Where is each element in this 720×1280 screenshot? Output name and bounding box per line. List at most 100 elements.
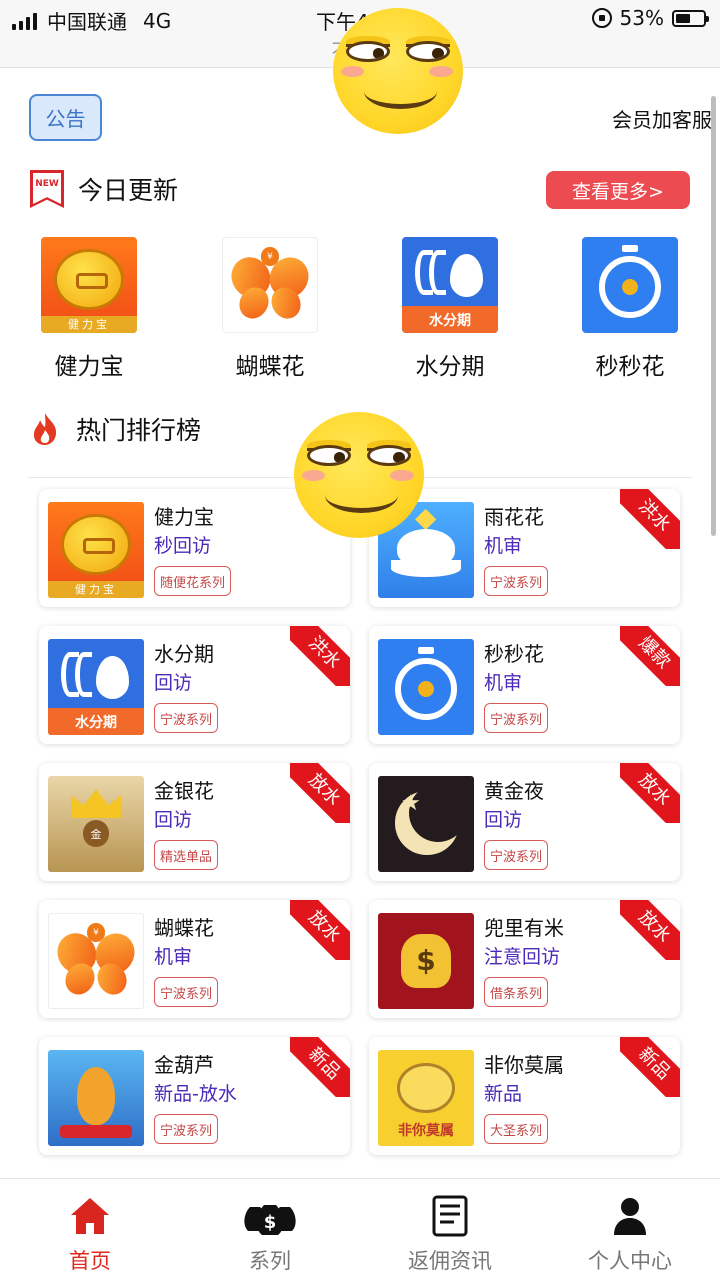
member-service-link[interactable]: 会员加客服 bbox=[612, 104, 712, 133]
smirk-emoji-sticker bbox=[333, 8, 463, 134]
card-name: 非你莫属 bbox=[484, 1053, 564, 1077]
rank-card-feinimoshu[interactable]: 非你莫属 非你莫属 新品 大圣系列 新品 bbox=[369, 1037, 680, 1155]
corner-ribbon: 新品 bbox=[620, 1037, 680, 1097]
today-item-label: 水分期 bbox=[415, 354, 485, 380]
shuifenqi-icon: 水分期 bbox=[402, 237, 498, 333]
huangjinye-icon: ★ bbox=[378, 776, 474, 872]
hot-section-header: 热门排行榜 bbox=[30, 411, 201, 447]
today-item-shuifenqi[interactable]: 水分期 水分期 bbox=[385, 237, 515, 381]
today-section-header: NEW 今日更新 bbox=[30, 170, 178, 208]
network-type: 4G bbox=[143, 8, 172, 33]
user-icon bbox=[614, 1198, 646, 1235]
notice-button[interactable]: 公告 bbox=[29, 94, 102, 141]
signal-icon bbox=[12, 12, 37, 30]
new-badge-icon: NEW bbox=[30, 170, 64, 208]
rank-card-hudiehua[interactable]: ¥ 蝴蝶花 机审 宁波系列 放水 bbox=[39, 900, 350, 1018]
svg-text:$: $ bbox=[264, 1212, 277, 1233]
series-badge[interactable]: 宁波系列 bbox=[154, 977, 219, 1007]
carrier-name: 中国联通 bbox=[47, 10, 127, 34]
series-badge[interactable]: 宁波系列 bbox=[484, 840, 549, 870]
card-name: 秒秒花 bbox=[484, 642, 544, 666]
card-name: 金葫芦 bbox=[154, 1053, 214, 1077]
rank-card-huangjinye[interactable]: ★ 黄金夜 回访 宁波系列 放水 bbox=[369, 763, 680, 881]
tab-label: 系列 bbox=[249, 1249, 291, 1273]
today-item-miaomiaohua[interactable]: 秒秒花 bbox=[565, 237, 695, 381]
home-icon bbox=[71, 1198, 109, 1234]
card-name: 水分期 bbox=[154, 642, 214, 666]
scrollbar[interactable] bbox=[711, 96, 716, 536]
doumiyoumi-icon: $ bbox=[378, 913, 474, 1009]
battery-percent: 53% bbox=[619, 6, 664, 30]
money-bags-icon: $ bbox=[244, 1205, 296, 1235]
tab-series[interactable]: $ 系列 bbox=[180, 1195, 360, 1275]
corner-ribbon: 放水 bbox=[620, 900, 680, 960]
card-name: 蝴蝶花 bbox=[154, 916, 214, 940]
series-badge[interactable]: 宁波系列 bbox=[484, 566, 549, 596]
rank-card-jinyinhua[interactable]: 金 金银花 回访 精选单品 放水 bbox=[39, 763, 350, 881]
card-tag: 新品 bbox=[484, 1083, 523, 1105]
series-badge[interactable]: 借条系列 bbox=[484, 977, 549, 1007]
card-tag: 秒回访 bbox=[154, 535, 212, 557]
series-badge[interactable]: 精选单品 bbox=[154, 840, 219, 870]
card-name: 雨花花 bbox=[484, 505, 544, 529]
corner-ribbon: 洪水 bbox=[620, 489, 680, 549]
card-tag: 机审 bbox=[484, 535, 523, 557]
series-badge[interactable]: 随便花系列 bbox=[154, 566, 232, 596]
tab-commission-news[interactable]: 返佣资讯 bbox=[360, 1195, 540, 1275]
rank-card-yuhuahua[interactable]: 雨花花 机审 宁波系列 洪水 bbox=[369, 489, 680, 607]
card-tag: 新品-放水 bbox=[154, 1083, 237, 1105]
today-item-label: 健力宝 bbox=[54, 354, 124, 380]
rank-card-doulyoumi[interactable]: $ 兜里有米 注意回访 借条系列 放水 bbox=[369, 900, 680, 1018]
card-tag: 机审 bbox=[484, 672, 523, 694]
tab-label: 返佣资讯 bbox=[408, 1249, 492, 1273]
today-section-title: 今日更新 bbox=[78, 176, 179, 205]
rank-card-miaomiaohua[interactable]: 秒秒花 机审 宁波系列 爆款 bbox=[369, 626, 680, 744]
battery-icon bbox=[672, 9, 709, 27]
hudiehua-icon: ¥ bbox=[222, 237, 318, 333]
card-name: 金银花 bbox=[154, 779, 214, 803]
tab-label: 个人中心 bbox=[588, 1249, 672, 1273]
bottom-tab-bar: 首页 $ 系列 返佣资讯 个人中心 bbox=[0, 1178, 720, 1280]
card-name: 健力宝 bbox=[154, 505, 214, 529]
jianlibao-icon: 健力宝 bbox=[48, 502, 144, 598]
status-left: 中国联通 4G bbox=[12, 6, 171, 35]
series-badge[interactable]: 宁波系列 bbox=[154, 1114, 219, 1144]
hot-section-title: 热门排行榜 bbox=[76, 416, 202, 445]
card-tag: 机审 bbox=[154, 946, 193, 968]
series-badge[interactable]: 宁波系列 bbox=[154, 703, 219, 733]
rotation-lock-icon bbox=[591, 8, 612, 28]
status-right: 53% bbox=[591, 6, 709, 30]
feinimoshu-icon: 非你莫属 bbox=[378, 1050, 474, 1146]
series-badge[interactable]: 大圣系列 bbox=[484, 1114, 549, 1144]
corner-ribbon: 新品 bbox=[290, 1037, 350, 1097]
card-name: 兜里有米 bbox=[484, 916, 564, 940]
fire-icon bbox=[33, 413, 57, 445]
corner-ribbon: 爆款 bbox=[620, 626, 680, 686]
smirk-emoji-sticker bbox=[294, 412, 424, 538]
today-item-label: 蝴蝶花 bbox=[235, 354, 305, 380]
card-tag: 回访 bbox=[484, 809, 523, 831]
series-badge[interactable]: 宁波系列 bbox=[484, 703, 549, 733]
tab-home[interactable]: 首页 bbox=[0, 1195, 180, 1275]
shuifenqi-icon: 水分期 bbox=[48, 639, 144, 735]
card-tag: 回访 bbox=[154, 672, 193, 694]
rank-card-jinhulu[interactable]: 金葫芦 新品-放水 宁波系列 新品 bbox=[39, 1037, 350, 1155]
view-more-button[interactable]: 查看更多> bbox=[546, 171, 690, 209]
corner-ribbon: 放水 bbox=[290, 763, 350, 823]
jianlibao-icon: 健力宝 bbox=[41, 237, 137, 333]
today-item-hudiehua[interactable]: ¥ 蝴蝶花 bbox=[205, 237, 335, 381]
card-tag: 注意回访 bbox=[484, 946, 561, 968]
jinyinhua-icon: 金 bbox=[48, 776, 144, 872]
today-item-label: 秒秒花 bbox=[595, 354, 665, 380]
corner-ribbon: 放水 bbox=[620, 763, 680, 823]
corner-ribbon: 洪水 bbox=[290, 626, 350, 686]
today-item-jianlibao[interactable]: 健力宝 健力宝 bbox=[24, 237, 154, 381]
tab-profile[interactable]: 个人中心 bbox=[540, 1195, 720, 1275]
rank-card-shuifenqi[interactable]: 水分期 水分期 回访 宁波系列 洪水 bbox=[39, 626, 350, 744]
jinhulu-icon bbox=[48, 1050, 144, 1146]
miaomiaohua-icon bbox=[378, 639, 474, 735]
card-tag: 回访 bbox=[154, 809, 193, 831]
hudiehua-icon: ¥ bbox=[48, 913, 144, 1009]
miaomiaohua-icon bbox=[582, 237, 678, 333]
document-icon bbox=[432, 1195, 468, 1237]
